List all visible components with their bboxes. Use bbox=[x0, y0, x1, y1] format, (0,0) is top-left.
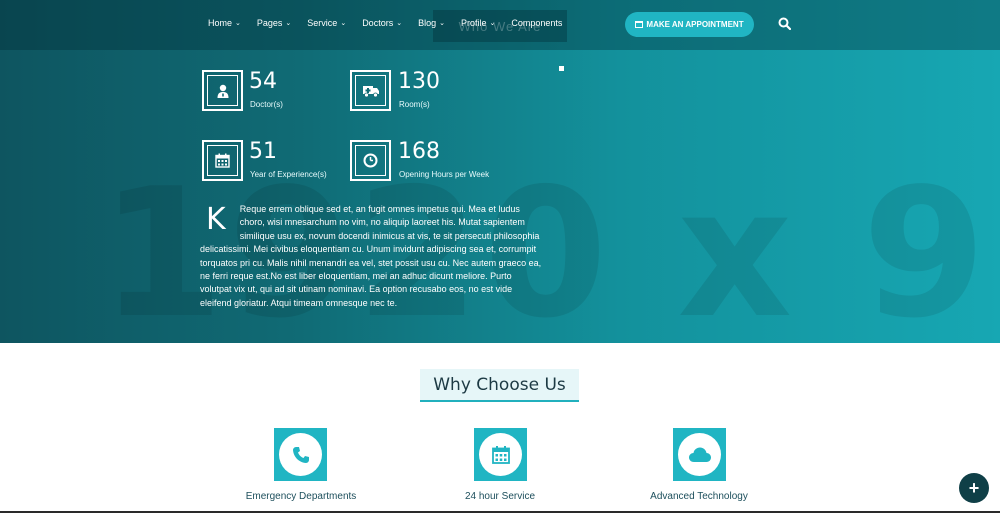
stat-value: 168 bbox=[398, 139, 440, 164]
nav-item-label: Service bbox=[307, 18, 338, 28]
main-menu: Home ⌄ Pages ⌄ Service ⌄ Doctors ⌄ Blog ⌄ Pro… bbox=[208, 18, 578, 28]
nav-item-blog[interactable]: Blog ⌄ bbox=[418, 18, 445, 28]
nav-item-doctors[interactable]: Doctors ⌄ bbox=[362, 18, 402, 28]
appointment-label: MAKE AN APPOINTMENT bbox=[646, 20, 744, 29]
ambulance-icon bbox=[355, 75, 386, 106]
nav-item-label: Profile bbox=[460, 18, 487, 28]
stat-value: 130 bbox=[398, 69, 440, 94]
feature-label: 24 hour Service bbox=[464, 491, 536, 502]
dropcap-letter: K bbox=[206, 202, 226, 237]
intro-paragraph: K Reque errem oblique sed et, an fugit o… bbox=[200, 203, 545, 310]
feature-icon-box bbox=[673, 428, 726, 481]
stat-label: Doctor(s) bbox=[250, 100, 283, 109]
floating-add-button[interactable]: + bbox=[959, 473, 989, 503]
chevron-down-icon: ⌄ bbox=[489, 20, 496, 27]
chevron-down-icon: ⌄ bbox=[285, 20, 292, 27]
stat-value: 51 bbox=[249, 139, 277, 164]
nav-item-label: Blog bbox=[418, 18, 437, 28]
chevron-down-icon: ⌄ bbox=[340, 20, 347, 27]
nav-item-label: Home bbox=[208, 18, 233, 28]
feature-icon-box bbox=[274, 428, 327, 481]
stat-value: 54 bbox=[249, 69, 277, 94]
nav-item-label: Components bbox=[511, 18, 563, 28]
feature-label: Emergency Departments bbox=[245, 491, 357, 502]
calendar-icon bbox=[635, 20, 644, 30]
nav-item-label: Doctors bbox=[362, 18, 394, 28]
calendar-icon bbox=[207, 145, 238, 176]
nav-item-label: Pages bbox=[256, 18, 283, 28]
stat-icon-box bbox=[202, 140, 243, 181]
nav-item-home[interactable]: Home ⌄ bbox=[208, 18, 241, 28]
phone-icon bbox=[279, 433, 322, 476]
hero-section: 1920 x 985 Who We Are Home⌄ Pages⌄ Servi… bbox=[0, 0, 1000, 343]
stat-icon-box bbox=[350, 70, 391, 111]
nav-item-profile[interactable]: Profile ⌄ bbox=[461, 18, 495, 28]
feature-icon-box bbox=[474, 428, 527, 481]
stat-icon-box bbox=[350, 140, 391, 181]
why-choose-us-heading: Why Choose Us bbox=[420, 369, 579, 402]
make-appointment-button[interactable]: MAKE AN APPOINTMENT bbox=[625, 12, 754, 37]
nav-item-pages[interactable]: Pages ⌄ bbox=[257, 18, 291, 28]
chevron-down-icon: ⌄ bbox=[235, 20, 241, 27]
decorative-dot bbox=[559, 66, 564, 71]
stat-label: Room(s) bbox=[399, 100, 430, 109]
doctor-icon bbox=[207, 75, 238, 106]
feature-label: Advanced Technology bbox=[650, 491, 748, 502]
clock-icon bbox=[355, 145, 386, 176]
stat-label: Year of Experience(s) bbox=[250, 170, 327, 179]
search-icon[interactable] bbox=[778, 17, 792, 31]
nav-item-components[interactable]: Components bbox=[511, 18, 562, 28]
nav-item-service[interactable]: Service ⌄ bbox=[307, 18, 346, 28]
chevron-down-icon: ⌄ bbox=[439, 20, 445, 27]
chevron-down-icon: ⌄ bbox=[396, 20, 403, 27]
cloud-icon bbox=[678, 433, 721, 476]
calendar-icon bbox=[479, 433, 522, 476]
intro-text: Reque errem oblique sed et, an fugit omn… bbox=[200, 204, 542, 308]
stat-label: Opening Hours per Week bbox=[399, 170, 490, 179]
stat-icon-box bbox=[202, 70, 243, 111]
